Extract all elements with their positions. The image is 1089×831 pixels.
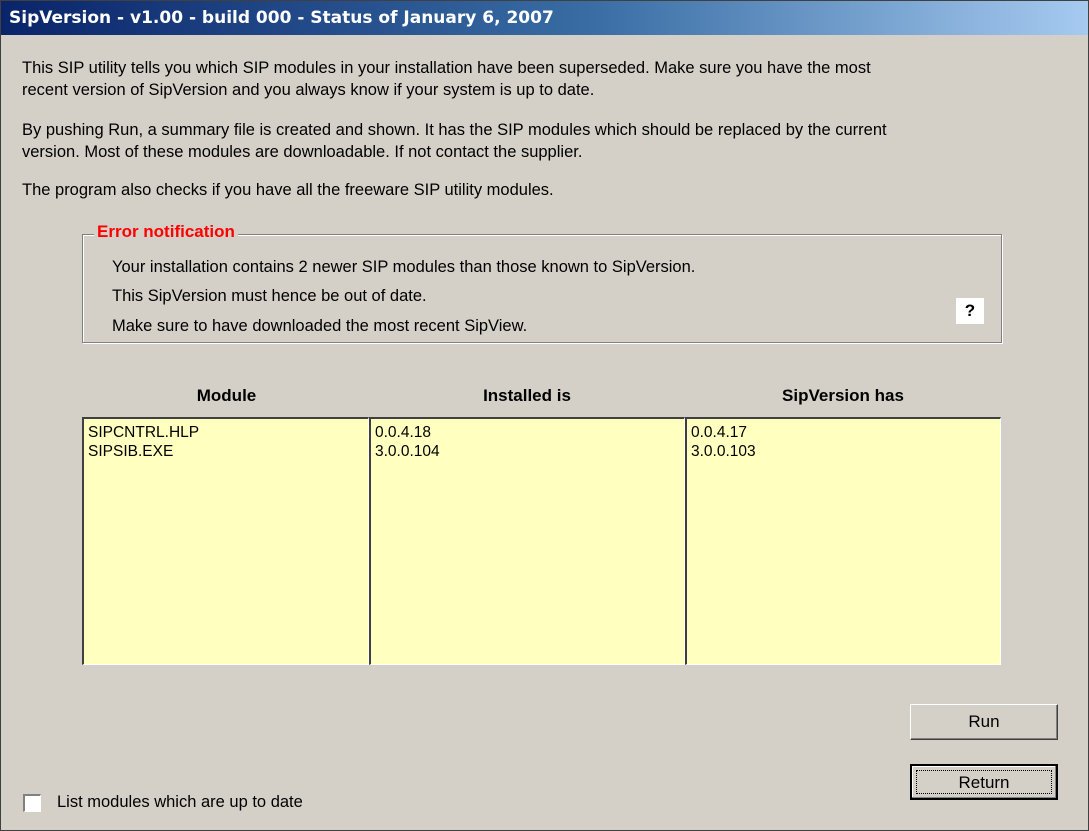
column-header-module: Module: [196, 386, 257, 405]
intro-p1-line2: recent version of SipVersion and you alw…: [22, 81, 595, 99]
intro-p2-line2: version. Most of these modules are downl…: [22, 143, 583, 161]
error-line-2: This SipVersion must hence be out of dat…: [112, 287, 427, 305]
installed-version-list[interactable]: 0.0.4.18 3.0.0.104: [369, 417, 685, 665]
title-bar[interactable]: SipVersion - v1.00 - build 000 - Status …: [1, 1, 1088, 35]
list-item[interactable]: 0.0.4.18: [375, 423, 680, 442]
intro-paragraph-1: This SIP utility tells you which SIP mod…: [22, 57, 1072, 101]
list-up-to-date-checkbox[interactable]: [23, 794, 41, 812]
sipversion-version-list[interactable]: 0.0.4.17 3.0.0.103: [685, 417, 1001, 665]
list-up-to-date-label[interactable]: List modules which are up to date: [57, 793, 303, 812]
error-line-3: Make sure to have downloaded the most re…: [112, 317, 528, 335]
sipversion-dialog: SipVersion - v1.00 - build 000 - Status …: [0, 0, 1089, 831]
error-line-1: Your installation contains 2 newer SIP m…: [112, 258, 696, 276]
list-item[interactable]: SIPCNTRL.HLP: [88, 423, 364, 442]
return-button-label: Return: [916, 770, 1052, 794]
column-header-installed: Installed is: [483, 386, 571, 405]
intro-p1-line1: This SIP utility tells you which SIP mod…: [22, 59, 871, 77]
list-item[interactable]: 3.0.0.104: [375, 442, 680, 461]
window-title: SipVersion - v1.00 - build 000 - Status …: [9, 8, 554, 28]
intro-paragraph-3: The program also checks if you have all …: [22, 181, 554, 199]
list-item[interactable]: SIPSIB.EXE: [88, 442, 364, 461]
error-notification-title: Error notification: [94, 222, 238, 242]
return-button[interactable]: Return: [910, 764, 1058, 800]
module-list[interactable]: SIPCNTRL.HLP SIPSIB.EXE: [82, 417, 369, 665]
intro-p2-line1: By pushing Run, a summary file is create…: [22, 121, 887, 139]
help-button[interactable]: ?: [956, 298, 984, 324]
list-item[interactable]: 0.0.4.17: [691, 423, 996, 442]
run-button[interactable]: Run: [910, 704, 1058, 740]
list-item[interactable]: 3.0.0.103: [691, 442, 996, 461]
intro-paragraph-2: By pushing Run, a summary file is create…: [22, 119, 1072, 163]
column-header-sipversion: SipVersion has: [782, 386, 904, 405]
